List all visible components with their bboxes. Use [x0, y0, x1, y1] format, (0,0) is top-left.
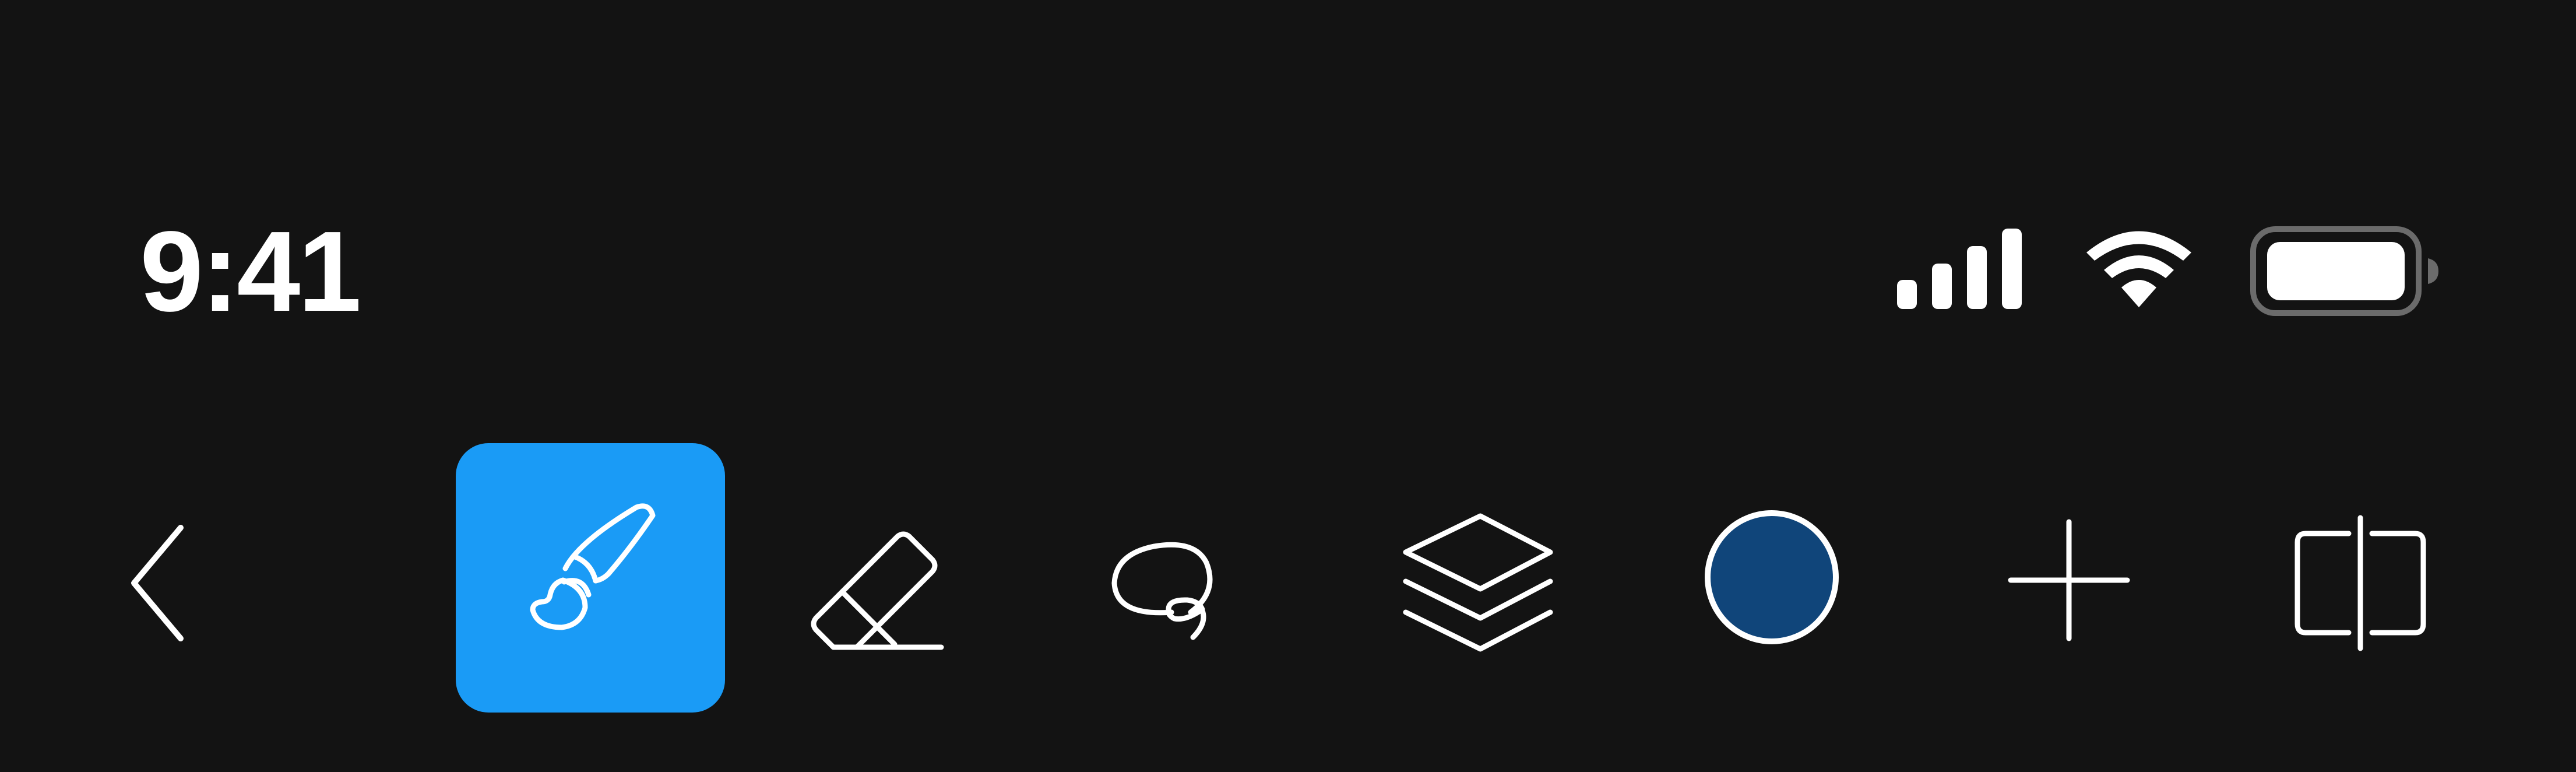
status-bar: 9:41	[0, 0, 2576, 373]
chevron-left-icon	[131, 525, 184, 641]
split-view-button[interactable]	[2285, 513, 2436, 653]
drawing-toolbar	[0, 408, 2576, 758]
eraser-tool-button[interactable]	[810, 507, 973, 671]
wifi-icon	[2081, 224, 2197, 312]
plus-icon	[2008, 519, 2130, 641]
layers-tool-button[interactable]	[1393, 504, 1568, 668]
back-button[interactable]	[117, 519, 210, 647]
battery-icon	[2250, 224, 2442, 318]
status-time: 9:41	[140, 208, 361, 335]
add-button[interactable]	[2005, 516, 2133, 644]
color-picker-button[interactable]	[1702, 507, 1842, 647]
paintbrush-icon	[530, 503, 656, 630]
lasso-icon	[1111, 542, 1213, 640]
cellular-signal-icon	[1894, 227, 2028, 315]
color-swatch-icon	[1705, 510, 1839, 644]
eraser-icon	[811, 531, 944, 650]
layers-icon	[1403, 513, 1553, 652]
split-view-icon	[2295, 515, 2426, 651]
brush-tool-button[interactable]	[456, 443, 725, 713]
lasso-tool-button[interactable]	[1099, 504, 1262, 673]
